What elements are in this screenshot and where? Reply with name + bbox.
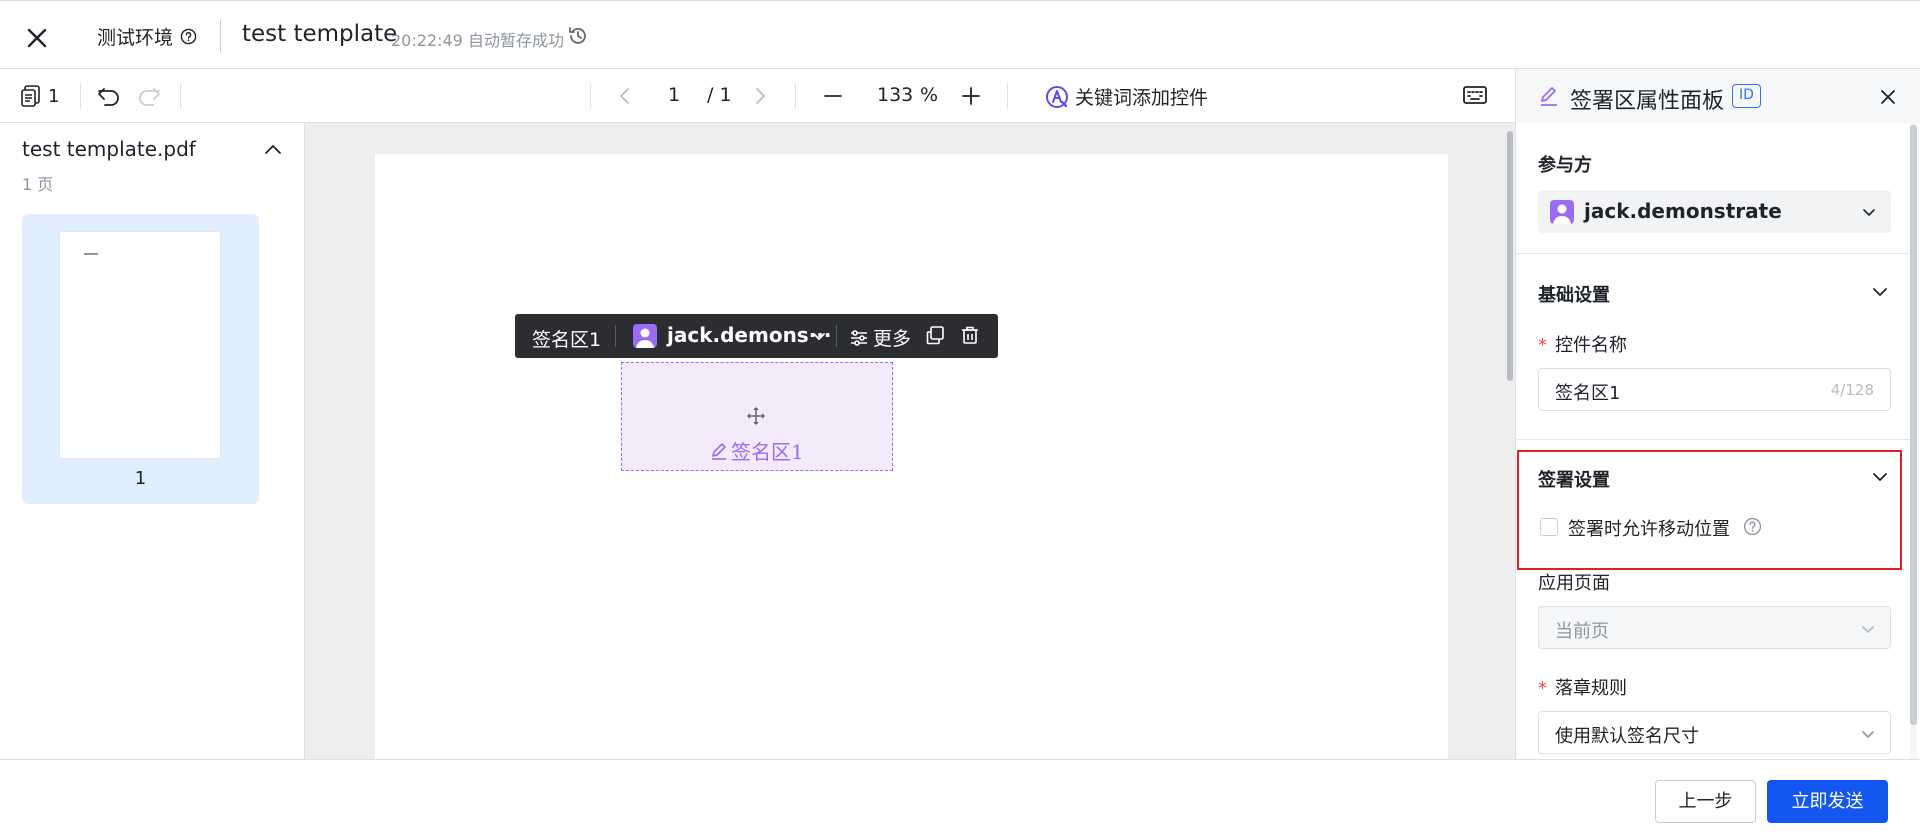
allow-move-label: 签署时允许移动位置 (1568, 519, 1730, 540)
toolbar-divider (180, 83, 181, 109)
more-label: 更多 (873, 328, 912, 350)
basic-settings-title: 基础设置 (1538, 285, 1610, 306)
keyboard-icon[interactable] (1462, 84, 1488, 106)
zoom-unit: % (920, 84, 939, 106)
copy-icon[interactable] (925, 325, 945, 345)
template-editor: 测试环境 test template 20:22:49 自动暂存成功 1 1 /… (0, 0, 1920, 840)
edit-icon (1538, 85, 1560, 107)
chevron-down-icon (1860, 621, 1876, 637)
file-panel: test template.pdf 1 页 1 (0, 123, 305, 759)
scrollbar-thumb[interactable] (1910, 125, 1917, 725)
history-icon[interactable] (567, 25, 589, 47)
document-toolbar: 1 1 / 1 133 % 关键词添加控件 (0, 69, 1515, 123)
current-page-input[interactable]: 1 (668, 84, 680, 106)
keyword-add-label: 关键词添加控件 (1075, 87, 1209, 109)
settings-sliders-icon (851, 329, 867, 346)
section-divider (1516, 439, 1911, 440)
property-panel: 签署区属性面板 ID 参与方 jack.demonstrate 基础设置 * 控件… (1515, 69, 1920, 759)
prev-page-icon[interactable] (618, 85, 632, 107)
apply-page-label: 应用页面 (1538, 573, 1610, 594)
sign-settings-toggle-icon[interactable] (1871, 468, 1889, 486)
thumbnail-page-number: 1 (134, 468, 147, 489)
control-bar-divider (615, 325, 616, 347)
control-name-label: 签名区1 (532, 329, 602, 351)
header-divider (220, 19, 221, 53)
undo-icon[interactable] (96, 84, 122, 108)
participant-avatar (1550, 200, 1574, 224)
participant-select[interactable]: jack.demonstrate (1538, 190, 1891, 233)
environment-label: 测试环境 (97, 27, 174, 49)
toolbar-divider (590, 83, 591, 109)
allow-move-checkbox[interactable] (1540, 518, 1558, 536)
redo-icon[interactable] (136, 84, 162, 108)
zoom-value[interactable]: 133 (877, 84, 913, 106)
page-thumbnail[interactable]: 1 (22, 214, 259, 504)
participant-label: 参与方 (1538, 155, 1592, 176)
basic-settings-toggle-icon[interactable] (1871, 283, 1889, 301)
chevron-down-icon (1861, 204, 1877, 220)
top-header: 测试环境 test template 20:22:49 自动暂存成功 (0, 0, 1920, 69)
zoom-in-icon[interactable] (960, 85, 982, 107)
control-toolbar: 签名区1 jack.demons··· 更多 (515, 314, 998, 358)
assignee-avatar (633, 324, 657, 348)
page-list-toggle[interactable]: 1 (20, 84, 59, 108)
apply-page-select: 当前页 (1538, 606, 1891, 649)
stamp-rule-value: 使用默认签名尺寸 (1555, 726, 1699, 747)
control-name-input[interactable]: 签名区1 4/128 (1538, 368, 1891, 411)
pages-icon (20, 84, 42, 108)
keyword-icon (1045, 85, 1069, 109)
property-panel-title: 签署区属性面板 (1570, 89, 1725, 114)
property-panel-scrollbar[interactable] (1910, 123, 1917, 759)
delete-icon[interactable] (960, 325, 980, 345)
control-name-value: 签名区1 (1555, 383, 1621, 404)
signature-area-label-group: 签名区1 (710, 436, 804, 465)
canvas-scrollbar[interactable] (1507, 131, 1513, 381)
signature-area[interactable]: 签名区1 (621, 362, 893, 471)
send-now-button[interactable]: 立即发送 (1767, 780, 1888, 823)
id-badge[interactable]: ID (1732, 84, 1761, 108)
chevron-down-icon (1860, 726, 1876, 742)
participant-name: jack.demonstrate (1584, 199, 1782, 223)
chevron-down-icon[interactable] (811, 328, 827, 344)
autosave-status: 20:22:49 自动暂存成功 (391, 31, 564, 50)
control-bar-divider (836, 325, 837, 347)
environment-indicator[interactable]: 测试环境 (97, 23, 197, 50)
more-button[interactable]: 更多 (849, 324, 911, 351)
toolbar-divider (795, 83, 796, 109)
collapse-icon[interactable] (262, 139, 284, 161)
thumbnail-preview (59, 231, 221, 459)
thumbnail-mark (84, 253, 98, 255)
page-count-badge: 1 (48, 85, 60, 107)
next-page-icon[interactable] (753, 85, 767, 107)
help-icon[interactable] (180, 28, 197, 45)
file-name: test template.pdf (22, 137, 196, 161)
keyword-add-control-button[interactable]: 关键词添加控件 (1045, 83, 1208, 110)
previous-step-button[interactable]: 上一步 (1655, 780, 1756, 823)
stamp-rule-label: * 落章规则 (1538, 678, 1627, 699)
apply-page-value: 当前页 (1555, 621, 1609, 642)
move-cursor-icon (747, 407, 765, 425)
close-panel-icon[interactable] (1877, 86, 1899, 108)
control-name-field-label: * 控件名称 (1538, 335, 1627, 356)
template-title[interactable]: test template (242, 21, 397, 47)
toolbar-divider (1007, 83, 1008, 109)
assignee-select[interactable]: jack.demons··· (667, 323, 832, 347)
file-page-count: 1 页 (22, 175, 54, 194)
help-icon[interactable] (1743, 517, 1762, 536)
pen-icon (712, 442, 726, 460)
toolbar-divider (80, 83, 81, 109)
sign-settings-title: 签署设置 (1538, 470, 1610, 491)
stamp-rule-select[interactable]: 使用默认签名尺寸 (1538, 711, 1891, 754)
section-divider (1516, 253, 1911, 254)
pdf-page[interactable]: 签名区1 jack.demons··· 更多 签名区1 (375, 154, 1448, 759)
document-canvas: 签名区1 jack.demons··· 更多 签名区1 (305, 123, 1515, 759)
close-icon[interactable] (22, 23, 52, 53)
signature-area-label: 签名区1 (731, 440, 804, 464)
character-counter: 4/128 (1830, 381, 1874, 399)
zoom-out-icon[interactable] (822, 85, 844, 107)
sign-settings-section: 签署设置 签署时允许移动位置 (1517, 450, 1902, 570)
footer-bar: 上一步 立即发送 (0, 759, 1920, 840)
property-panel-header: 签署区属性面板 ID (1516, 69, 1920, 123)
total-pages: / 1 (707, 84, 732, 106)
